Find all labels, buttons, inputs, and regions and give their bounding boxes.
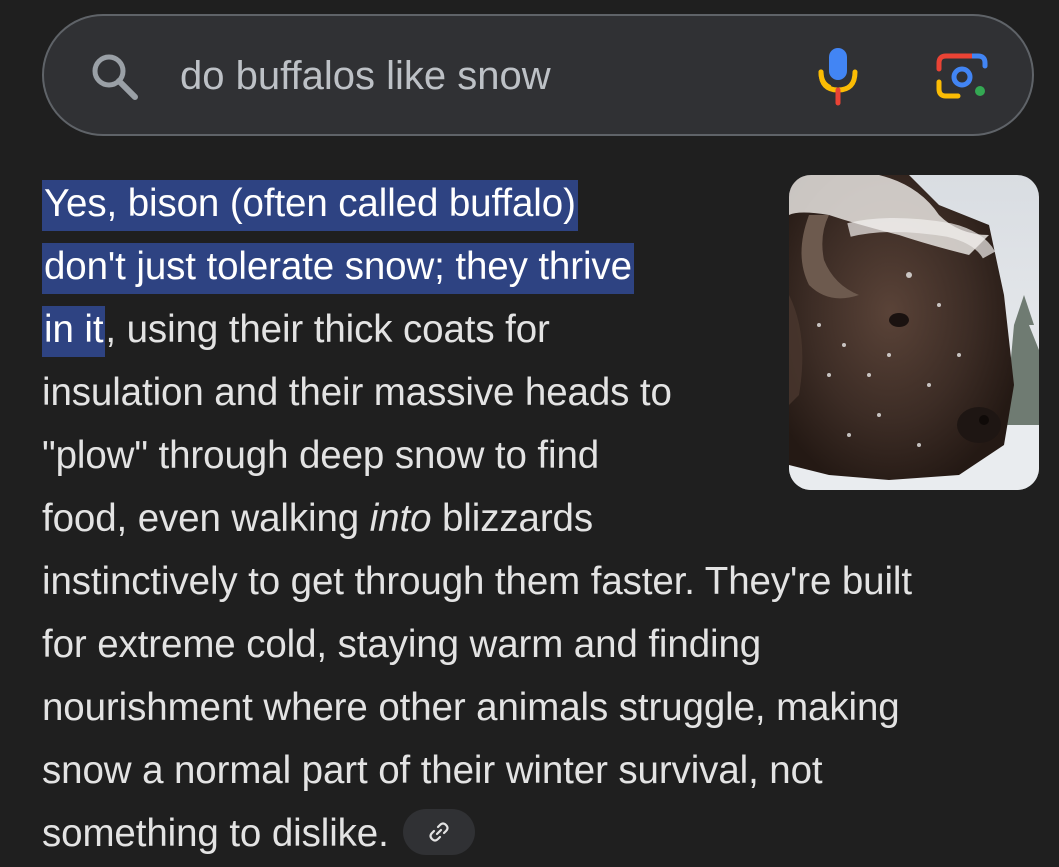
google-lens-icon[interactable]	[936, 52, 988, 100]
highlighted-text: Yes, bison (often called buffalo)	[42, 180, 578, 231]
link-icon	[429, 822, 449, 842]
highlighted-text: in it	[42, 306, 106, 357]
answer-line: food, even walking into blizzards	[42, 487, 1042, 550]
search-icon[interactable]	[88, 50, 142, 104]
emphasized-text: into	[369, 497, 432, 540]
answer-line: instinctively to get through them faster…	[42, 560, 912, 603]
answer-text: food, even walking	[42, 497, 370, 540]
answer-line: for extreme cold, staying warm and findi…	[42, 623, 762, 666]
answer-text: , using their thick coats for	[105, 308, 550, 351]
search-input[interactable]: do buffalos like snow	[180, 50, 551, 102]
answer-line: nourishment where other animals struggle…	[42, 686, 900, 729]
mic-icon[interactable]	[816, 46, 860, 106]
source-link-button[interactable]	[402, 808, 475, 855]
highlighted-text: don't just tolerate snow; they thrive	[42, 243, 634, 294]
answer-text: something to dislike.	[42, 812, 389, 855]
bison-thumbnail-image[interactable]	[789, 175, 1039, 490]
answer-line: something to dislike.	[42, 802, 1042, 865]
answer-line: snow a normal part of their winter survi…	[42, 749, 823, 792]
answer-text: blizzards	[431, 497, 594, 540]
